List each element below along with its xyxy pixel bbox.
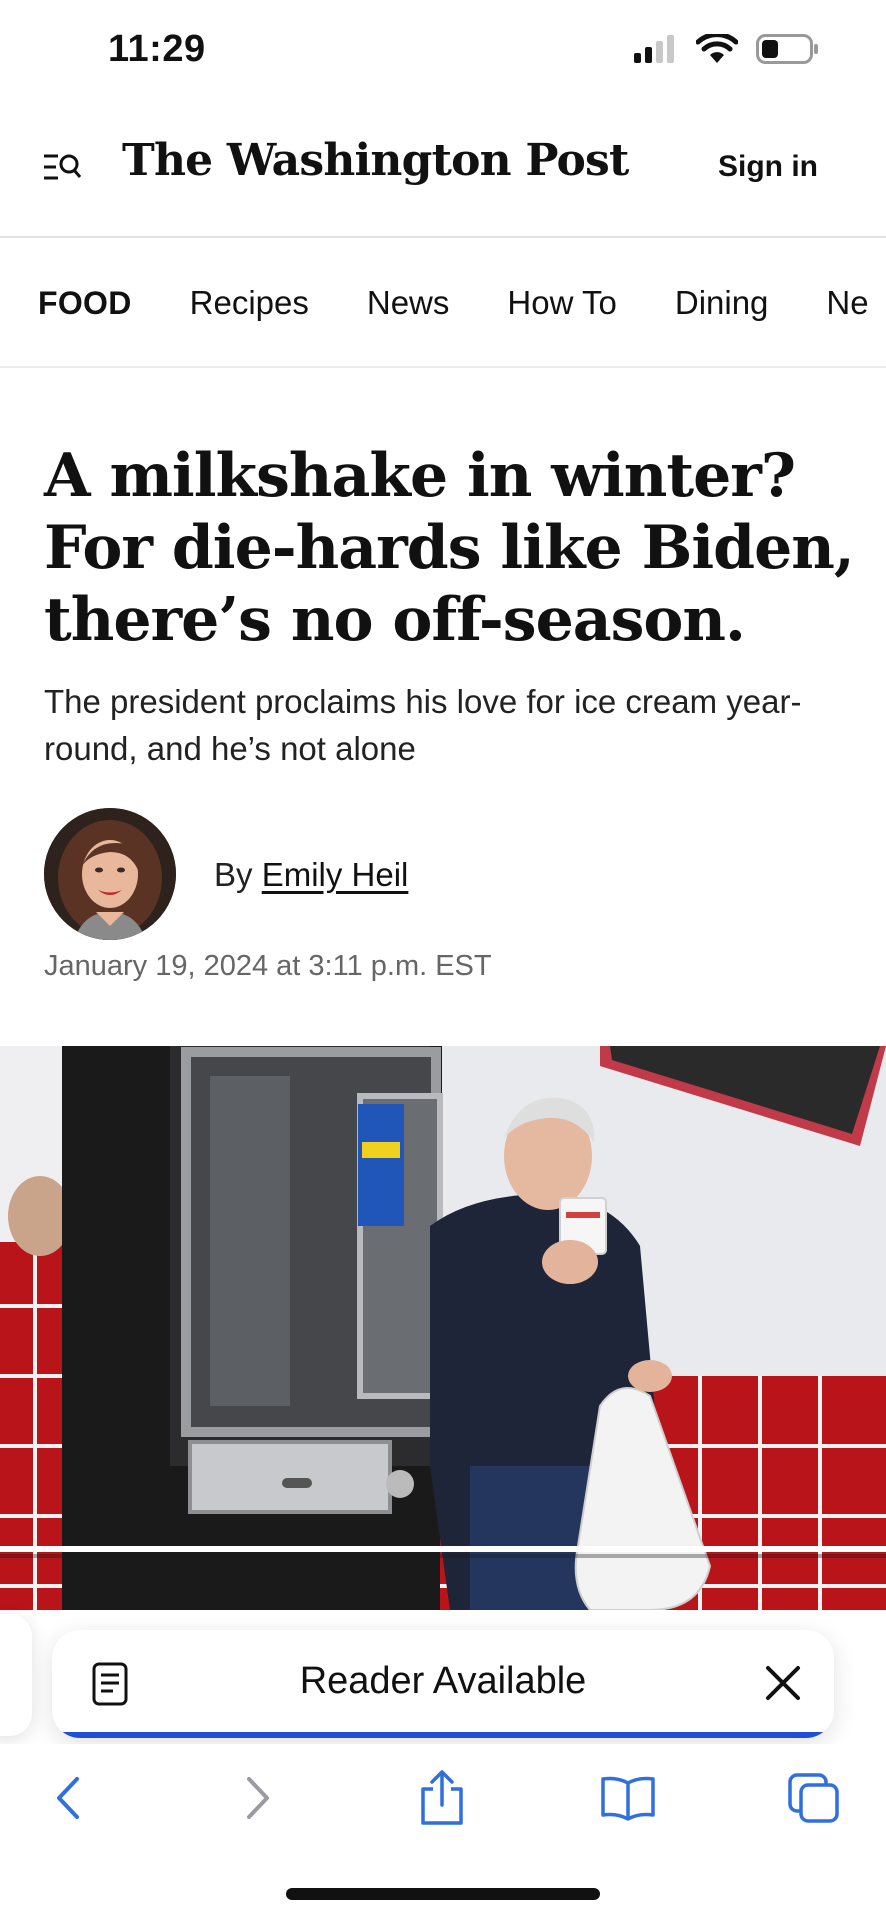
previous-banner-peek [0,1614,32,1736]
section-nav-recipes[interactable]: Recipes [190,284,309,322]
site-header: The Washington Post Sign in [0,100,886,238]
share-icon[interactable] [412,1768,472,1828]
section-nav: FOOD Recipes News How To Dining Ne [0,238,886,368]
section-nav-food[interactable]: FOOD [38,285,132,322]
status-bar: 11:29 [0,0,886,100]
tabs-icon[interactable] [784,1768,844,1828]
close-icon[interactable] [762,1662,804,1704]
section-nav-dining[interactable]: Dining [675,284,769,322]
forward-icon[interactable] [228,1768,288,1828]
cellular-signal-icon [634,35,678,68]
menu-search-icon[interactable] [42,150,82,186]
author-link[interactable]: Emily Heil [262,856,409,893]
bookmarks-icon[interactable] [598,1768,658,1828]
status-icons [634,32,820,69]
back-icon[interactable] [38,1768,98,1828]
reader-available-label[interactable]: Reader Available [52,1660,834,1703]
article-headline: A milkshake in winter? For die-hards lik… [44,441,855,655]
home-indicator[interactable] [286,1888,600,1900]
article-subhead: The president proclaims his love for ice… [44,683,802,767]
byline: By Emily Heil [214,856,408,894]
author-avatar[interactable] [44,808,176,940]
sign-in-button[interactable]: Sign in [718,150,818,184]
section-nav-how-to[interactable]: How To [507,284,616,322]
masthead-logo[interactable]: The Washington Post [122,135,629,186]
battery-icon [756,34,820,69]
section-nav-next-cut-off[interactable]: Ne [826,284,868,322]
browser-toolbar [0,1744,886,1854]
section-nav-news[interactable]: News [367,284,450,322]
byline-prefix: By [214,856,253,893]
lead-photo [0,1046,886,1610]
page-load-progress [52,1732,834,1738]
wifi-icon [695,32,739,69]
reader-available-banner[interactable]: Reader Available [52,1630,834,1738]
status-time: 11:29 [108,28,206,70]
publish-date: January 19, 2024 at 3:11 p.m. EST [44,950,492,982]
